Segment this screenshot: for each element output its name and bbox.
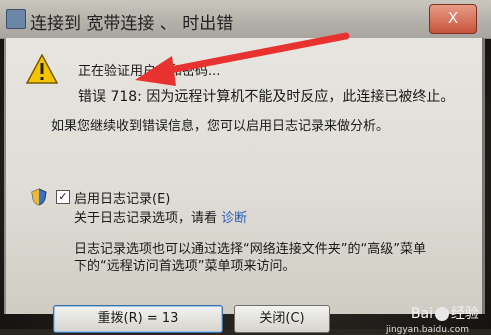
network-icon xyxy=(6,9,26,29)
error-message: 错误 718: 因为远程计算机不能及时反应，此连接已被终止。 xyxy=(78,89,455,105)
status-text: 正在验证用户名和密码... xyxy=(78,64,221,79)
enable-logging-label[interactable]: 启用日志记录(E) xyxy=(74,188,170,207)
shield-icon xyxy=(31,188,47,206)
log-info-prefix: 关于日志记录选项，请看 xyxy=(74,211,218,226)
enable-logging-checkbox[interactable]: ✓ xyxy=(56,190,70,204)
diagnostics-link[interactable]: 诊断 xyxy=(221,211,247,226)
retry-hint: 如果您继续收到错误信息，您可以启用日志记录来做分析。 xyxy=(51,119,390,134)
warning-icon xyxy=(26,54,58,84)
log-info-text: 关于日志记录选项，请看 诊断 xyxy=(74,207,247,226)
window-titlebar: 连接到 宽带连接 、 时出错 X xyxy=(0,0,491,39)
watermark-brand: Bai xyxy=(410,306,433,322)
baidu-watermark: Bai 经验 jingyan.baidu.com xyxy=(386,303,479,335)
watermark-brand-suffix: 经验 xyxy=(451,306,479,322)
window-close-button[interactable]: X xyxy=(429,4,477,34)
advanced-info-line2: 下的“远程访问首选项”菜单项来访问。 xyxy=(74,259,296,274)
baidu-paw-icon xyxy=(435,307,449,321)
error-dialog: 正在验证用户名和密码... 错误 718: 因为远程计算机不能及时反应，此连接已… xyxy=(4,38,485,333)
watermark-site: jingyan.baidu.com xyxy=(385,325,469,335)
window-title: 连接到 宽带连接 、 时出错 xyxy=(30,14,234,34)
